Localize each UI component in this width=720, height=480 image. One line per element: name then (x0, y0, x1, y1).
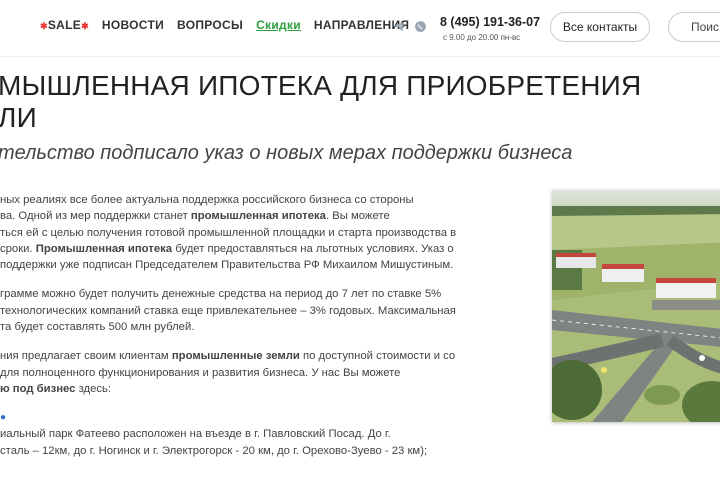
all-contacts-button[interactable]: Все контакты (550, 12, 650, 42)
social-links (393, 20, 427, 38)
p1-strong-2: Промышленная ипотека (35, 242, 173, 255)
telegram-icon[interactable] (393, 20, 406, 38)
p1-strong-1: промышленная ипотека (190, 210, 326, 223)
p1-line-d: сроки. (0, 242, 36, 255)
paragraph-2: грамме можно будет получить денежные сре… (0, 286, 510, 335)
p4-line-a: иальный парк Фатеево расположен на въезд… (0, 428, 391, 441)
list-bullet-icon: ● (0, 412, 7, 424)
paragraph-1: ных реалиях все более актуальна поддержк… (0, 192, 510, 273)
phone-number[interactable]: 8 (495) 191-36-07 (440, 15, 540, 29)
article-subtitle: тельство подписало указ о новых мерах по… (0, 142, 573, 164)
p1-line-d-end: будет предоставляться на льготных услови… (172, 242, 454, 255)
site-header: ✱SALE✱ НОВОСТИ ВОПРОСЫ Скидки НАПРАВЛЕНИ… (0, 0, 720, 57)
p3-line-c-end: здесь: (75, 382, 112, 395)
p4-line-b: сталь – 12км, до г. Ногинск и г. Электро… (0, 444, 428, 457)
nav-questions[interactable]: ВОПРОСЫ (177, 18, 243, 32)
nav-news[interactable]: НОВОСТИ (102, 18, 164, 32)
p2-line-c: та будет составлять 500 млн рублей. (0, 321, 195, 334)
title-line-2: ЛИ (0, 102, 37, 133)
paragraph-4: иальный парк Фатеево расположен на въезд… (0, 426, 510, 459)
sale-star-icon: ✱ (40, 21, 48, 31)
p1-line-b-end: . Вы можете (325, 210, 390, 223)
nav-sale[interactable]: ✱SALE✱ (40, 18, 89, 32)
p3-line-b: для полноценного функционирования и разв… (0, 366, 401, 379)
p1-line-c: ться ей с целью получения готовой промыш… (0, 226, 457, 239)
nav-discounts[interactable]: Скидки (256, 18, 301, 32)
p3-line-a-end: по доступной стоимости и со (299, 350, 456, 363)
working-hours: с 9.00 до 20.00 пн-вс (443, 33, 521, 42)
p1-line-e: поддержки уже подписан Председателем Пра… (0, 259, 454, 272)
search-label: Поис (691, 20, 720, 34)
p1-line-a: ных реалиях все более актуальна поддержк… (0, 194, 414, 206)
p2-line-a: грамме можно будет получить денежные сре… (0, 288, 442, 301)
industrial-park-aerial-photo (552, 190, 720, 422)
p3-strong-2[interactable]: ю под бизнес (0, 383, 75, 395)
p2-line-b: технологических компаний ставка еще прив… (0, 304, 456, 317)
p3-strong-1[interactable]: промышленные земли (172, 350, 300, 362)
p1-line-b: ва. Одной из мер поддержки станет (0, 210, 191, 223)
sale-star-icon: ✱ (81, 21, 89, 31)
whatsapp-icon[interactable] (414, 20, 427, 38)
title-line-1: МЫШЛЕННАЯ ИПОТЕКА ДЛЯ ПРИОБРЕТЕНИЯ (0, 70, 642, 101)
p3-line-a: ния предлагает своим клиентам (0, 350, 172, 363)
paragraph-3: ния предлагает своим клиентам промышленн… (0, 348, 510, 397)
main-nav: ✱SALE✱ НОВОСТИ ВОПРОСЫ Скидки НАПРАВЛЕНИ… (40, 18, 409, 32)
search-button[interactable]: Поис (668, 12, 720, 42)
article-body: ных реалиях все более актуальна поддержк… (0, 192, 510, 472)
page-title: МЫШЛЕННАЯ ИПОТЕКА ДЛЯ ПРИОБРЕТЕНИЯ ЛИ (0, 70, 698, 134)
nav-sale-label: SALE (47, 18, 82, 32)
